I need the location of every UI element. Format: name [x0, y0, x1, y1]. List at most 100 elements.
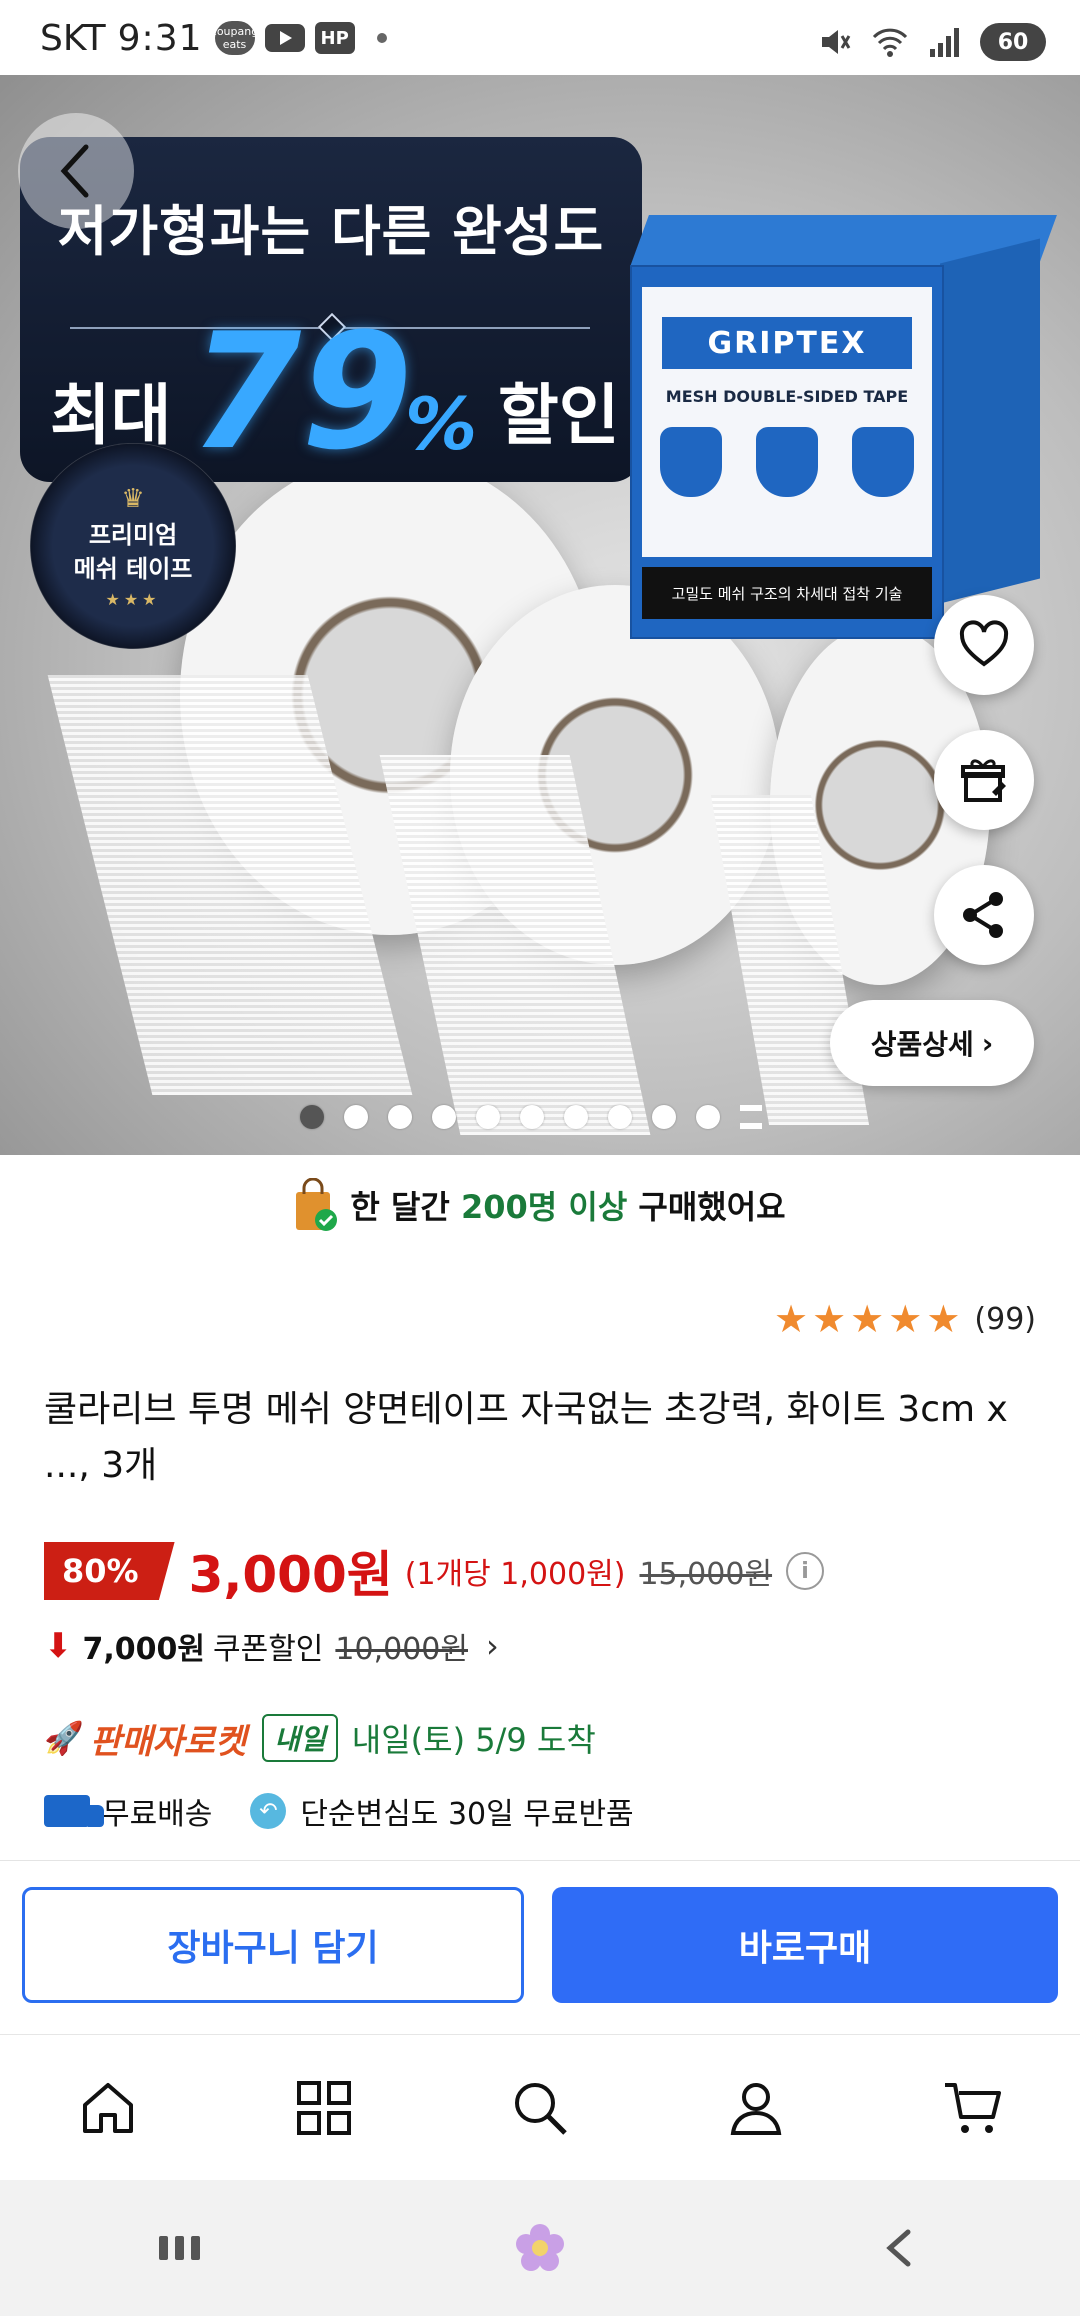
- crown-icon: ♛: [121, 483, 145, 514]
- flower-home-icon: [516, 2224, 564, 2271]
- share-icon: [963, 892, 1003, 938]
- nav-home[interactable]: [48, 2048, 168, 2168]
- wishlist-button[interactable]: [934, 595, 1034, 695]
- heart-icon: [959, 620, 1009, 667]
- purchase-action-bar: 장바구니 담기 바로구매: [0, 1860, 1080, 2031]
- rating-summary[interactable]: ★ ★ ★ ★ ★ (99): [774, 1300, 1036, 1338]
- banner-sale-label: 할인: [498, 377, 620, 454]
- purchase-count-value: 200명 이상: [461, 1188, 628, 1226]
- pager-dot[interactable]: [432, 1105, 456, 1129]
- star-icon: ★: [850, 1297, 885, 1341]
- star-icon: ★: [888, 1297, 923, 1341]
- nav-my-account[interactable]: [696, 2048, 816, 2168]
- purchase-prefix: 한 달간: [350, 1188, 450, 1226]
- sale-price: 3,000원: [188, 1546, 393, 1604]
- user-icon: [730, 2083, 782, 2135]
- product-image-carousel[interactable]: 저가형과는 다른 완성도 최대 79 % 할인 ♛ 프리미엄 메쉬 테이프 ★★…: [0, 75, 1080, 1155]
- youtube-icon: [264, 24, 305, 52]
- coupon-price: 7,000원: [82, 1632, 206, 1667]
- seal-text-2: 메쉬 테이프: [73, 554, 193, 583]
- coupon-original-price: 10,000원: [335, 1632, 468, 1667]
- return-icon: ↶: [250, 1793, 287, 1829]
- star-icon: ★: [812, 1297, 847, 1341]
- info-icon[interactable]: i: [786, 1552, 825, 1590]
- carrier-label: SKT: [40, 17, 106, 59]
- pager-dot[interactable]: [388, 1105, 412, 1129]
- pager-dot[interactable]: [344, 1105, 368, 1129]
- pager-dot[interactable]: [608, 1105, 632, 1129]
- share-button[interactable]: [934, 865, 1034, 965]
- review-count: (99): [974, 1301, 1036, 1337]
- unit-price: (1개당 1,000원): [404, 1557, 626, 1592]
- seller-rocket-label: 판매자로켓: [89, 1721, 247, 1762]
- shield-icon: [852, 427, 914, 497]
- shield-icon: [756, 427, 818, 497]
- product-detail-button[interactable]: 상품상세 ›: [830, 1000, 1034, 1086]
- nav-cart[interactable]: [912, 2048, 1032, 2168]
- purchase-count: 200명 이상: [461, 1182, 627, 1228]
- pager-dot[interactable]: [520, 1105, 544, 1129]
- truck-icon: [44, 1795, 104, 1827]
- pager-dot[interactable]: [564, 1105, 588, 1129]
- free-return-label: 단순변심도 30일 무료반품: [300, 1797, 634, 1832]
- premium-seal: ♛ 프리미엄 메쉬 테이프 ★★★: [30, 443, 236, 649]
- nav-search[interactable]: [480, 2048, 600, 2168]
- pager-dot[interactable]: [300, 1105, 324, 1129]
- pager-dot[interactable]: [476, 1105, 500, 1129]
- banner-discount-number: 79: [190, 298, 413, 485]
- signal-icon: [930, 28, 959, 57]
- purchase-count-banner: 한 달간 200명 이상 구매했어요: [0, 1170, 1080, 1240]
- arrival-date: 내일(토) 5/9 도착: [351, 1721, 596, 1759]
- box-tagline: 고밀도 메쉬 구조의 차세대 접착 기술: [642, 567, 932, 619]
- hp-icon: HP: [314, 22, 355, 54]
- more-notifications-icon: [376, 33, 387, 43]
- recent-apps-button[interactable]: [120, 2198, 240, 2298]
- purchase-suffix: 구매했어요: [638, 1188, 786, 1226]
- discount-badge: 80%: [44, 1542, 175, 1600]
- system-navigation: [0, 2180, 1080, 2316]
- chevron-left-icon: [60, 144, 89, 198]
- mute-icon: [822, 30, 851, 54]
- gift-icon: [961, 759, 1006, 802]
- seal-text-1: 프리미엄: [88, 520, 178, 549]
- down-arrow-icon: ⬇: [44, 1626, 73, 1666]
- nav-categories[interactable]: [264, 2048, 384, 2168]
- clock: 9:31: [117, 17, 203, 59]
- search-icon: [515, 2083, 567, 2135]
- coupang-eats-icon: coupang eats: [211, 21, 258, 55]
- shopping-bag-check-icon: [294, 1177, 338, 1232]
- add-to-cart-button[interactable]: 장바구니 담기: [22, 1887, 524, 2003]
- tomorrow-badge: 내일: [262, 1714, 338, 1762]
- pager-more-icon[interactable]: [740, 1105, 762, 1129]
- back-icon: [886, 2229, 911, 2267]
- shield-icon: [660, 427, 722, 497]
- box-front: GRIPTEX MESH DOUBLE-SIDED TAPE 고밀도 메쉬 구조…: [630, 265, 944, 639]
- back-nav-button[interactable]: [18, 113, 134, 229]
- product-title: 쿨라리브 투명 메쉬 양면테이프 자국없는 초강력, 화이트 3cm x ...…: [44, 1389, 1008, 1486]
- box-label-panel: GRIPTEX MESH DOUBLE-SIDED TAPE: [642, 287, 932, 557]
- chevron-right-icon: ›: [981, 1026, 994, 1060]
- wifi-icon: [872, 28, 908, 57]
- box-side: [940, 238, 1040, 604]
- rocket-icon: 🚀: [44, 1719, 84, 1757]
- carousel-pager: [300, 1105, 762, 1129]
- box-feature-icons: [660, 427, 914, 497]
- gift-button[interactable]: [934, 730, 1034, 830]
- banner-max-label: 최대: [50, 377, 172, 454]
- buy-now-button[interactable]: 바로구매: [552, 1887, 1058, 2003]
- pager-dot[interactable]: [696, 1105, 720, 1129]
- banner-percent: %: [405, 382, 478, 466]
- coupon-row[interactable]: ⬇ 7,000원 쿠폰할인 10,000원 ›: [44, 1620, 499, 1672]
- bottom-navigation: [0, 2034, 1080, 2181]
- product-box: GRIPTEX MESH DOUBLE-SIDED TAPE 고밀도 메쉬 구조…: [630, 215, 1057, 639]
- pager-dot[interactable]: [652, 1105, 676, 1129]
- box-title: MESH DOUBLE-SIDED TAPE: [665, 387, 909, 406]
- box-brand: GRIPTEX: [662, 317, 912, 369]
- back-button[interactable]: [840, 2198, 960, 2298]
- seal-stars-icon: ★★★: [105, 589, 161, 609]
- star-icon: ★: [926, 1297, 961, 1341]
- battery-icon: 60: [980, 23, 1046, 61]
- cart-icon: [945, 2083, 1001, 2133]
- home-button[interactable]: [480, 2198, 600, 2298]
- price-row: 80% 3,000원 (1개당 1,000원) 15,000원 i: [44, 1540, 825, 1604]
